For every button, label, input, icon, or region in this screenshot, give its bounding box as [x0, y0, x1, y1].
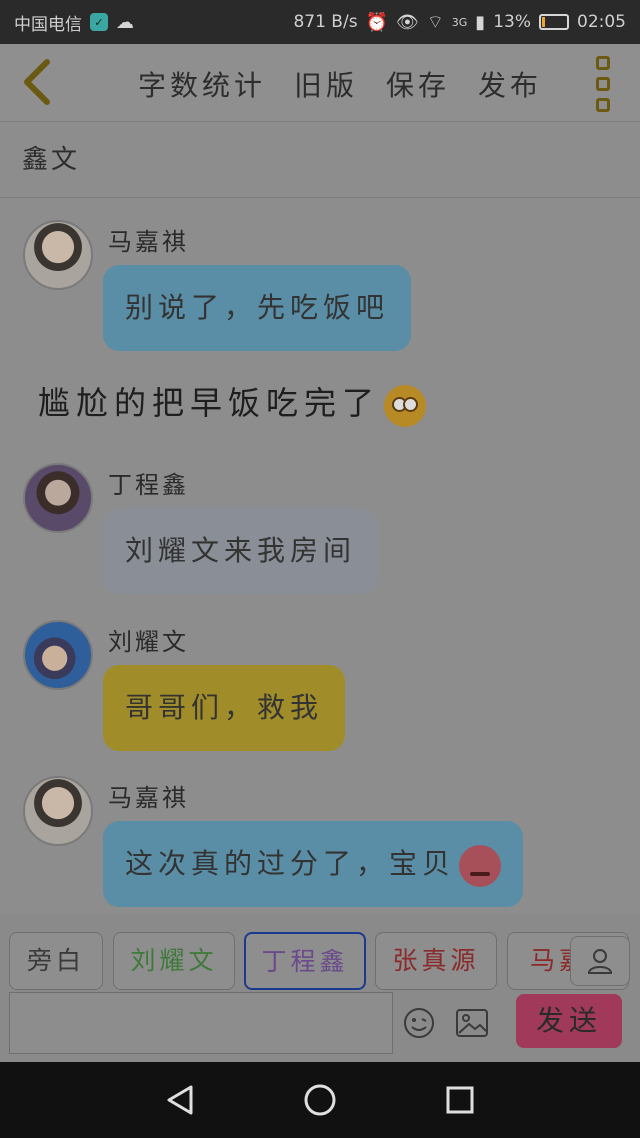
carrier-label: 中国电信: [14, 14, 82, 35]
speaker-name: 刘耀文: [108, 628, 189, 656]
battery-fill: [542, 17, 546, 27]
image-icon: [456, 1009, 488, 1037]
wifi-icon: ⌔: [426, 11, 444, 33]
editor-app: 字数统计 旧版 保存 发布 鑫文 马嘉祺 别说了，先吃饭吧 尴尬的把早饭吃完了 …: [0, 44, 640, 1062]
square-recents-icon: [446, 1086, 474, 1114]
avatar[interactable]: [23, 220, 93, 290]
narration-text[interactable]: 尴尬的把早饭吃完了: [38, 378, 427, 427]
image-button[interactable]: [454, 1005, 490, 1041]
screen: 中国电信 ✓ ☁ 871 B/s ⏰ 👁 ⌔ 3G ▮ 13% 02:05 字数…: [0, 0, 640, 1138]
character-selector: 旁白 刘耀文 丁程鑫 张真源 马嘉: [9, 932, 640, 990]
save-button[interactable]: 保存: [386, 64, 450, 104]
header-actions: 字数统计 旧版 保存 发布: [138, 64, 542, 104]
character-chip[interactable]: 张真源: [375, 932, 497, 990]
old-version-button[interactable]: 旧版: [294, 64, 358, 104]
more-menu-button[interactable]: [588, 56, 618, 112]
message-list: 马嘉祺 别说了，先吃饭吧 尴尬的把早饭吃完了 丁程鑫 刘耀文来我房间 刘耀文 哥…: [0, 198, 640, 914]
story-title[interactable]: 鑫文: [0, 122, 640, 198]
person-icon: [587, 949, 613, 974]
character-chip[interactable]: 丁程鑫: [244, 932, 366, 990]
signal-icon: ▮: [475, 11, 486, 33]
compose-area: 旁白 刘耀文 丁程鑫 张真源 马嘉 发送: [0, 914, 640, 1062]
shield-icon: ✓: [90, 13, 108, 31]
message-bubble[interactable]: 别说了，先吃饭吧: [103, 265, 412, 351]
back-nav-button[interactable]: [160, 1080, 200, 1120]
battery-percent: 13%: [493, 12, 531, 32]
clock: 02:05: [577, 12, 626, 32]
avatar[interactable]: [23, 620, 93, 690]
battery-icon: [539, 14, 569, 30]
status-right: 871 B/s ⏰ 👁 ⌔ 3G ▮ 13% 02:05: [293, 11, 626, 34]
word-count-button[interactable]: 字数统计: [138, 64, 266, 104]
network-type: 3G: [451, 15, 468, 29]
circle-home-icon: [304, 1084, 336, 1116]
more-dot-icon: [596, 56, 610, 70]
publish-button[interactable]: 发布: [478, 64, 542, 104]
network-speed: 871 B/s: [293, 12, 358, 32]
speaker-name: 马嘉祺: [108, 228, 189, 256]
more-dot-icon: [596, 77, 610, 91]
emoji-button[interactable]: [401, 1005, 437, 1041]
message-bubble[interactable]: 这次真的过分了，宝贝: [103, 821, 524, 907]
home-nav-button[interactable]: [300, 1080, 340, 1120]
triangle-back-icon: [167, 1085, 193, 1115]
speaker-name: 马嘉祺: [108, 784, 189, 812]
message-bubble[interactable]: 刘耀文来我房间: [103, 508, 379, 594]
eye-icon: 👁: [395, 11, 419, 33]
alarm-icon: ⏰: [365, 11, 388, 33]
message-input[interactable]: [9, 992, 393, 1054]
narration-label: 尴尬的把早饭吃完了: [38, 384, 381, 422]
navigation-bar: [0, 1062, 640, 1138]
character-chip[interactable]: 刘耀文: [113, 932, 235, 990]
status-bar: 中国电信 ✓ ☁ 871 B/s ⏰ 👁 ⌔ 3G ▮ 13% 02:05: [0, 0, 640, 44]
header: 字数统计 旧版 保存 发布: [0, 44, 640, 122]
speaker-name: 丁程鑫: [108, 471, 189, 499]
avatar[interactable]: [23, 463, 93, 533]
back-button[interactable]: [14, 58, 58, 108]
status-left: 中国电信 ✓ ☁: [14, 10, 134, 35]
character-chip[interactable]: 旁白: [9, 932, 103, 990]
recents-nav-button[interactable]: [440, 1080, 480, 1120]
wechat-icon: ☁: [116, 11, 134, 33]
message-bubble[interactable]: 哥哥们，救我: [103, 665, 346, 751]
send-button[interactable]: 发送: [516, 994, 622, 1048]
add-character-button[interactable]: [570, 936, 630, 986]
flushed-face-icon: [384, 384, 427, 427]
more-dot-icon: [596, 98, 610, 112]
message-text: 这次真的过分了，宝贝: [125, 847, 456, 880]
angry-face-icon: [459, 844, 502, 887]
chevron-left-icon: [24, 59, 50, 105]
avatar[interactable]: [23, 776, 93, 846]
smiley-icon: [404, 1008, 434, 1038]
